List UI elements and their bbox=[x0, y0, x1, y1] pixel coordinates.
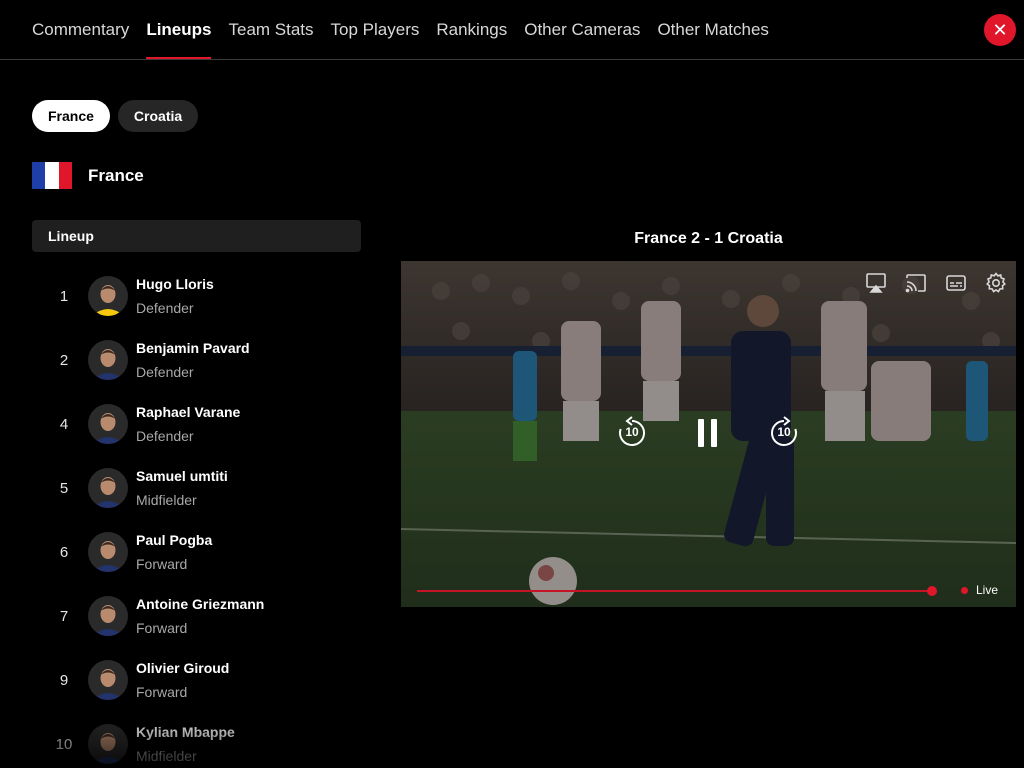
close-icon: ✕ bbox=[992, 20, 1008, 40]
player-number: 7 bbox=[59, 608, 69, 625]
progress-bar[interactable] bbox=[417, 590, 932, 592]
player-number: 10 bbox=[55, 736, 73, 753]
player-number: 9 bbox=[59, 672, 69, 689]
player-position: Forward bbox=[136, 684, 188, 700]
player-avatar bbox=[88, 724, 128, 764]
team-name: France bbox=[88, 165, 144, 185]
player-number: 1 bbox=[59, 288, 69, 305]
tab-team-stats[interactable]: Team Stats bbox=[228, 0, 313, 60]
player-name: Paul Pogba bbox=[136, 532, 213, 548]
player-number: 5 bbox=[59, 480, 69, 497]
team-selector: France Croatia bbox=[32, 100, 206, 132]
flag-stripe bbox=[58, 162, 72, 189]
player-row[interactable]: 2 Benjamin Pavard Defender bbox=[32, 336, 362, 400]
tab-lineups[interactable]: Lineups bbox=[146, 0, 212, 60]
player-position: Midfielder bbox=[136, 748, 197, 764]
player-avatar bbox=[88, 404, 128, 444]
player-avatar bbox=[88, 340, 128, 380]
player-name: Olivier Giroud bbox=[136, 660, 230, 676]
player-number: 4 bbox=[59, 416, 69, 433]
player-position: Defender bbox=[136, 364, 194, 380]
player-row[interactable]: 4 Raphael Varane Defender bbox=[32, 400, 362, 464]
forward-seconds: 10 bbox=[777, 425, 791, 439]
pause-button[interactable] bbox=[696, 416, 720, 450]
player-row[interactable]: 10 Kylian Mbappe Midfielder bbox=[32, 720, 362, 768]
player-number: 6 bbox=[59, 544, 69, 561]
forward-10-button[interactable]: 10 bbox=[767, 416, 801, 450]
rewind-seconds: 10 bbox=[625, 425, 639, 439]
cast-icon[interactable] bbox=[904, 271, 928, 295]
player-name: Benjamin Pavard bbox=[136, 340, 250, 356]
player-row[interactable]: 9 Olivier Giroud Forward bbox=[32, 656, 362, 720]
team-pill-france[interactable]: France bbox=[32, 100, 110, 132]
airplay-icon[interactable] bbox=[864, 271, 888, 295]
player-avatar bbox=[88, 660, 128, 700]
player-name: Antoine Griezmann bbox=[136, 596, 265, 612]
player-position: Forward bbox=[136, 556, 188, 572]
player-avatar bbox=[88, 468, 128, 508]
player-position: Midfielder bbox=[136, 492, 197, 508]
player-position: Defender bbox=[136, 428, 194, 444]
video-player[interactable]: 10 10 Live bbox=[401, 261, 1016, 607]
subtitles-icon[interactable] bbox=[944, 271, 968, 295]
tab-commentary[interactable]: Commentary bbox=[32, 0, 129, 60]
player-name: Hugo Lloris bbox=[136, 276, 214, 292]
player-number: 2 bbox=[59, 352, 69, 369]
player-name: Raphael Varane bbox=[136, 404, 241, 420]
live-label: Live bbox=[976, 583, 999, 597]
player-position: Defender bbox=[136, 300, 194, 316]
tab-bar: Commentary Lineups Team Stats Top Players Ra… bbox=[32, 0, 786, 60]
progress-handle[interactable] bbox=[927, 586, 937, 596]
live-indicator: Live bbox=[961, 583, 998, 597]
player-list: 1 Hugo Lloris Defender 2 Benjamin Pavard Defe… bbox=[32, 272, 362, 768]
close-button[interactable]: ✕ bbox=[984, 14, 1016, 46]
team-pill-croatia[interactable]: Croatia bbox=[117, 100, 199, 132]
player-row[interactable]: 5 Samuel umtiti Midfielder bbox=[32, 464, 362, 528]
tab-top-players[interactable]: Top Players bbox=[331, 0, 420, 60]
player-row[interactable]: 6 Paul Pogba Forward bbox=[32, 528, 362, 592]
france-flag-icon bbox=[32, 162, 72, 189]
player-row[interactable]: 7 Antoine Griezmann Forward bbox=[32, 592, 362, 656]
lineup-heading: Lineup bbox=[32, 220, 361, 252]
tab-other-cameras[interactable]: Other Cameras bbox=[524, 0, 640, 60]
player-name: Kylian Mbappe bbox=[136, 724, 235, 740]
match-score-title: France 2 - 1 Croatia bbox=[634, 230, 783, 247]
tab-rankings[interactable]: Rankings bbox=[436, 0, 507, 60]
flag-stripe bbox=[45, 162, 59, 189]
player-row[interactable]: 1 Hugo Lloris Defender bbox=[32, 272, 362, 336]
player-avatar bbox=[88, 532, 128, 572]
rewind-10-button[interactable]: 10 bbox=[615, 416, 649, 450]
player-position: Forward bbox=[136, 620, 188, 636]
team-header: France bbox=[32, 162, 144, 189]
player-avatar bbox=[88, 276, 128, 316]
video-top-controls bbox=[848, 271, 1008, 295]
pause-icon bbox=[698, 419, 717, 447]
tab-other-matches[interactable]: Other Matches bbox=[657, 0, 769, 60]
live-dot-icon bbox=[961, 586, 968, 594]
player-name: Samuel umtiti bbox=[136, 468, 228, 484]
settings-icon[interactable] bbox=[984, 271, 1008, 295]
flag-stripe bbox=[32, 162, 46, 189]
top-navigation: Commentary Lineups Team Stats Top Players Ra… bbox=[0, 0, 1024, 60]
player-avatar bbox=[88, 596, 128, 636]
